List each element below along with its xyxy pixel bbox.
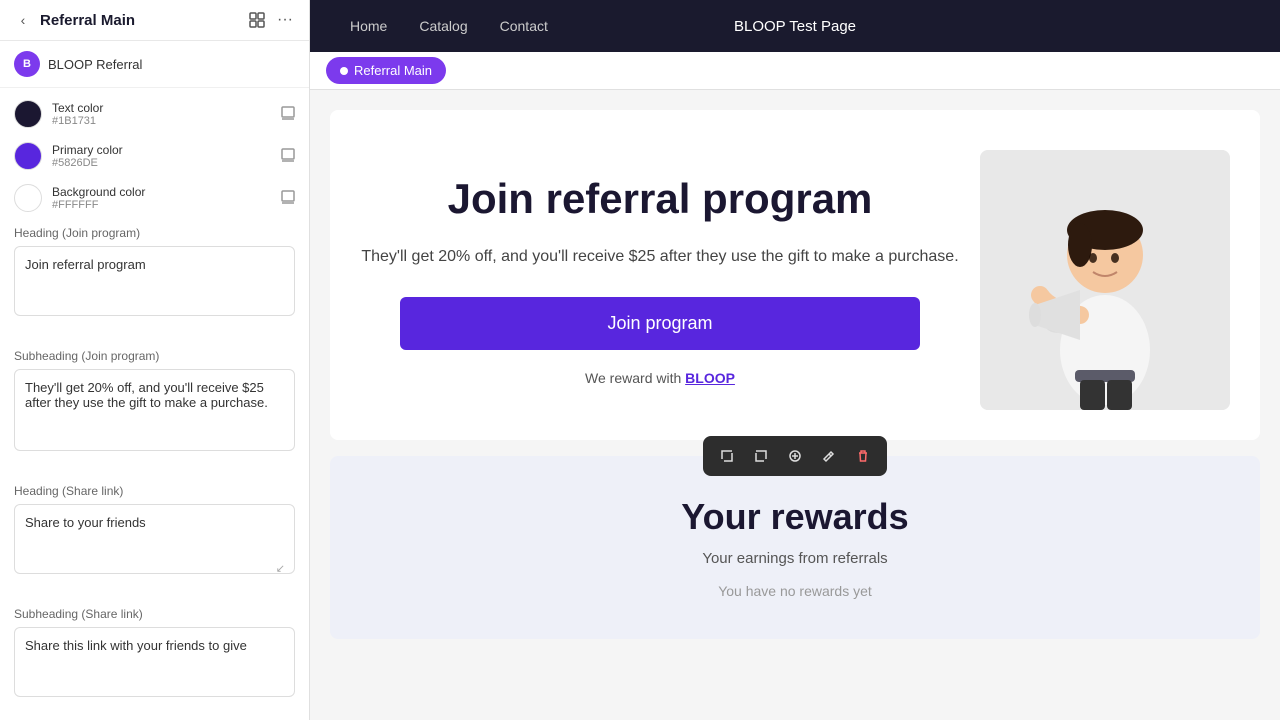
main-content: Join referral program They'll get 20% of… xyxy=(310,90,1280,720)
nav-title: BLOOP Test Page xyxy=(734,18,856,35)
rewards-section: Your rewards Your earnings from referral… xyxy=(330,456,1260,639)
text-color-info: Text color #1B1731 xyxy=(52,101,271,127)
subheading-join-label: Subheading (Join program) xyxy=(14,349,295,363)
primary-color-swatch[interactable] xyxy=(14,142,42,170)
toolbar-btn-2[interactable] xyxy=(747,442,775,470)
join-section: Join referral program They'll get 20% of… xyxy=(330,110,1260,440)
text-color-icon[interactable] xyxy=(281,106,295,123)
bg-color-info: Background color #FFFFFF xyxy=(52,185,271,211)
bg-color-icon[interactable] xyxy=(281,190,295,207)
nav-bar-inner: Home Catalog Contact BLOOP Test Page xyxy=(334,0,1256,52)
rewards-heading: Your rewards xyxy=(360,496,1230,538)
heading-join-wrapper: Join referral program xyxy=(14,246,295,335)
sidebar-header-actions: ··· xyxy=(247,10,295,30)
subheading-join-wrapper: They'll get 20% off, and you'll receive … xyxy=(14,369,295,470)
heading-share-field[interactable]: Share to your friends xyxy=(14,504,295,574)
more-icon[interactable]: ··· xyxy=(275,10,295,30)
text-color-value: #1B1731 xyxy=(52,115,271,127)
join-image xyxy=(980,150,1230,410)
nav-link-catalog[interactable]: Catalog xyxy=(403,0,483,52)
subheading-share-field[interactable]: Share this link with your friends to giv… xyxy=(14,627,295,697)
person-illustration xyxy=(980,150,1230,410)
subheading-share-wrapper: Share this link with your friends to giv… xyxy=(14,627,295,716)
primary-color-label: Primary color xyxy=(52,143,271,157)
bg-color-value: #FFFFFF xyxy=(52,199,271,211)
color-item-text: Text color #1B1731 xyxy=(14,100,295,128)
sidebar-title: Referral Main xyxy=(40,12,239,29)
reward-text: We reward with BLOOP xyxy=(360,370,960,386)
heading-join-field[interactable]: Join referral program xyxy=(14,246,295,316)
rewards-subheading: Your earnings from referrals xyxy=(360,550,1230,567)
bg-color-swatch[interactable] xyxy=(14,184,42,212)
tab-referral-main[interactable]: Referral Main xyxy=(326,57,446,84)
nav-bar: Home Catalog Contact BLOOP Test Page xyxy=(310,0,1280,52)
join-button[interactable]: Join program xyxy=(400,297,920,350)
no-rewards-text: You have no rewards yet xyxy=(360,583,1230,599)
text-color-swatch[interactable] xyxy=(14,100,42,128)
text-color-label: Text color xyxy=(52,101,271,115)
nav-link-home[interactable]: Home xyxy=(334,0,403,52)
color-item-bg: Background color #FFFFFF xyxy=(14,184,295,212)
join-subheading: They'll get 20% off, and you'll receive … xyxy=(360,245,960,269)
toolbar-btn-1[interactable] xyxy=(713,442,741,470)
tab-bar: Referral Main xyxy=(310,52,1280,90)
sidebar-content: Text color #1B1731 Primary color #5826DE xyxy=(0,88,309,720)
reward-prefix: We reward with xyxy=(585,370,685,386)
sidebar-header: ‹ Referral Main ··· xyxy=(0,0,309,41)
floating-toolbar xyxy=(703,436,887,476)
join-content: Join referral program They'll get 20% of… xyxy=(360,174,980,385)
tab-label: Referral Main xyxy=(354,63,432,78)
reward-link[interactable]: BLOOP xyxy=(685,370,735,386)
heading-join-label: Heading (Join program) xyxy=(14,226,295,240)
toolbar-btn-edit[interactable] xyxy=(815,442,843,470)
bg-color-label: Background color xyxy=(52,185,271,199)
subheading-share-label: Subheading (Share link) xyxy=(14,607,295,621)
primary-color-value: #5826DE xyxy=(52,157,271,169)
toolbar-btn-3[interactable] xyxy=(781,442,809,470)
layout-icon[interactable] xyxy=(247,10,267,30)
tab-dot xyxy=(340,67,348,75)
primary-color-icon[interactable] xyxy=(281,148,295,165)
subheading-join-field[interactable]: They'll get 20% off, and you'll receive … xyxy=(14,369,295,451)
app-name: BLOOP Referral xyxy=(48,57,142,72)
heading-share-wrapper: Share to your friends ↙ xyxy=(14,504,295,593)
main-area: Home Catalog Contact BLOOP Test Page Ref… xyxy=(310,0,1280,720)
sidebar-app-row: B BLOOP Referral xyxy=(0,41,309,88)
join-heading: Join referral program xyxy=(360,174,960,224)
sidebar: ‹ Referral Main ··· B BLOOP Referral Tex… xyxy=(0,0,310,720)
toolbar-btn-delete[interactable] xyxy=(849,442,877,470)
color-item-primary: Primary color #5826DE xyxy=(14,142,295,170)
heading-share-label: Heading (Share link) xyxy=(14,484,295,498)
back-button[interactable]: ‹ xyxy=(14,11,32,29)
nav-link-contact[interactable]: Contact xyxy=(484,0,564,52)
app-icon: B xyxy=(14,51,40,77)
primary-color-info: Primary color #5826DE xyxy=(52,143,271,169)
